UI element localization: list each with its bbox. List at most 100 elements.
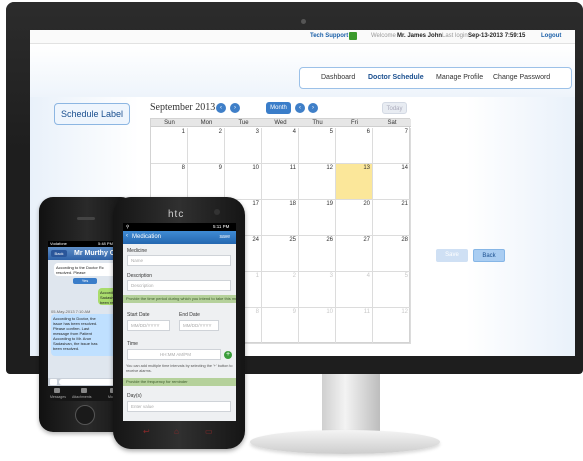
calendar-day-cell[interactable]: 2 xyxy=(262,272,299,308)
calendar-title: September 2013 xyxy=(150,102,216,113)
medicine-input[interactable]: Name xyxy=(127,255,231,266)
yes-button[interactable]: Yes xyxy=(73,278,97,284)
calendar-day-cell[interactable]: 21 xyxy=(373,200,411,236)
camera-icon xyxy=(301,19,306,24)
top-bar: Tech Support Welcome Mr. James John Last… xyxy=(30,30,575,44)
screen-title: Medication xyxy=(132,234,162,240)
nav-doctor-schedule[interactable]: Doctor Schedule xyxy=(368,74,424,81)
calendar-day-cell[interactable]: 28 xyxy=(373,236,411,272)
calendar-day-cell[interactable]: 11 xyxy=(336,308,373,344)
calendar-day-cell[interactable]: 5 xyxy=(373,272,411,308)
calendar-day-cell[interactable]: 8 xyxy=(151,164,188,200)
calendar-header: Sun Mon Tue Wed Thu Fri Sat xyxy=(151,119,411,127)
days-label: Day(s) xyxy=(127,393,142,399)
calendar-day-cell[interactable]: 11 xyxy=(262,164,299,200)
marketing-composite: Tech Support Welcome Mr. James John Last… xyxy=(0,0,583,461)
htc-device: htc ⚲ 5:11 PM ‹ Medication save Medicine… xyxy=(113,197,245,449)
attach-icon[interactable] xyxy=(50,379,57,385)
month-prev-icon[interactable]: ‹ xyxy=(295,103,305,113)
calendar-day-cell[interactable]: 4 xyxy=(262,128,299,164)
frequency-hint: Provide the frequency for reminder xyxy=(123,378,236,386)
tab-attachments[interactable]: Attachments xyxy=(72,395,91,399)
message-bubble-blue: According to Doctor, the issue has been … xyxy=(51,314,121,356)
messages-icon[interactable] xyxy=(54,388,60,393)
day-of-week-header: Tue xyxy=(238,120,249,126)
calendar-day-cell[interactable]: 7 xyxy=(373,128,411,164)
end-date-input[interactable]: MM/DD/YYYY xyxy=(179,320,219,331)
camera-icon xyxy=(214,209,220,215)
add-time-icon[interactable]: + xyxy=(224,351,232,359)
htc-nav-keys: ↩ ⌂ ▭ xyxy=(113,425,245,439)
back-button[interactable]: Back xyxy=(473,249,505,262)
calendar-day-cell[interactable]: 3 xyxy=(225,128,262,164)
time-input[interactable]: HH:MM AM/PM xyxy=(127,349,221,360)
day-of-week-header: Mon xyxy=(200,120,213,126)
day-of-week-header: Fri xyxy=(351,120,358,126)
month-view-button[interactable]: Month xyxy=(266,102,291,114)
home-key-icon[interactable]: ⌂ xyxy=(174,427,179,436)
htc-screen: ⚲ 5:11 PM ‹ Medication save Medicine Nam… xyxy=(123,223,236,421)
signal-icon: ⚲ xyxy=(126,224,130,229)
status-time: 5:11 PM xyxy=(213,224,230,229)
monitor-stand xyxy=(322,374,380,436)
calendar-day-cell[interactable]: 3 xyxy=(299,272,336,308)
day-of-week-header: Wed xyxy=(274,120,287,126)
day-of-week-header: Sat xyxy=(387,120,397,126)
welcome-text: Welcome xyxy=(371,33,396,39)
calendar-day-cell[interactable]: 27 xyxy=(336,236,373,272)
days-input[interactable]: Enter value xyxy=(127,401,231,412)
save-button[interactable]: Save xyxy=(436,249,468,262)
description-label: Description xyxy=(127,273,153,279)
calendar-day-cell[interactable]: 9 xyxy=(188,164,225,200)
time-note: You can add multiple time intervals by s… xyxy=(126,364,233,373)
home-button-icon[interactable] xyxy=(75,405,95,425)
logout-link[interactable]: Logout xyxy=(541,33,561,39)
calendar-day-cell[interactable]: 13 xyxy=(336,164,373,200)
calendar-day-cell[interactable]: 12 xyxy=(299,164,336,200)
brand-logo: htc xyxy=(168,209,185,220)
schedule-label[interactable]: Schedule Label xyxy=(54,103,130,125)
chat-icon[interactable] xyxy=(349,32,357,40)
calendar-day-cell[interactable]: 20 xyxy=(336,200,373,236)
calendar-day-cell[interactable]: 10 xyxy=(225,164,262,200)
tab-messages[interactable]: Messages xyxy=(50,395,66,399)
description-input[interactable]: Description xyxy=(127,280,231,291)
calendar-day-cell[interactable]: 19 xyxy=(299,200,336,236)
last-login-label: Last login xyxy=(442,33,468,39)
message-line: been resolved. xyxy=(53,346,80,351)
htc-header: ‹ Medication save xyxy=(123,231,236,244)
medicine-label: Medicine xyxy=(127,248,148,254)
calendar-day-cell[interactable]: 5 xyxy=(299,128,336,164)
iphone-back-button[interactable]: Back xyxy=(51,250,67,257)
calendar-day-cell[interactable]: 9 xyxy=(262,308,299,344)
back-arrow-icon[interactable]: ‹ xyxy=(126,233,128,239)
calendar-day-cell[interactable]: 25 xyxy=(262,236,299,272)
header: Dashboard Doctor Schedule Manage Profile… xyxy=(30,45,575,97)
back-key-icon[interactable]: ↩ xyxy=(143,427,150,436)
calendar-day-cell[interactable]: 12 xyxy=(373,308,411,344)
chevron-right-icon[interactable]: › xyxy=(230,103,240,113)
calendar-day-cell[interactable]: 10 xyxy=(299,308,336,344)
nav-manage-profile[interactable]: Manage Profile xyxy=(436,74,483,81)
calendar-day-cell[interactable]: 14 xyxy=(373,164,411,200)
attachments-icon[interactable] xyxy=(81,388,87,393)
today-button[interactable]: Today xyxy=(382,102,407,114)
recent-apps-icon[interactable]: ▭ xyxy=(205,427,213,436)
calendar-day-cell[interactable]: 6 xyxy=(336,128,373,164)
month-next-icon[interactable]: › xyxy=(308,103,318,113)
monitor-stand-base xyxy=(250,430,440,454)
nav-dashboard[interactable]: Dashboard xyxy=(321,74,355,81)
tech-support-link[interactable]: Tech Support xyxy=(310,33,348,39)
calendar-day-cell[interactable]: 1 xyxy=(151,128,188,164)
chevron-left-icon[interactable]: ‹ xyxy=(216,103,226,113)
nav-change-password[interactable]: Change Password xyxy=(493,74,550,81)
calendar-day-cell[interactable]: 4 xyxy=(336,272,373,308)
main-nav: Dashboard Doctor Schedule Manage Profile… xyxy=(299,67,572,89)
last-login-value: Sep-13-2013 7:59:15 xyxy=(468,33,526,39)
htc-save-button[interactable]: save xyxy=(219,234,230,240)
calendar-day-cell[interactable]: 26 xyxy=(299,236,336,272)
start-date-input[interactable]: MM/DD/YYYY xyxy=(127,320,170,331)
calendar-day-cell[interactable]: 18 xyxy=(262,200,299,236)
calendar-day-cell[interactable]: 2 xyxy=(188,128,225,164)
day-of-week-header: Thu xyxy=(312,120,323,126)
